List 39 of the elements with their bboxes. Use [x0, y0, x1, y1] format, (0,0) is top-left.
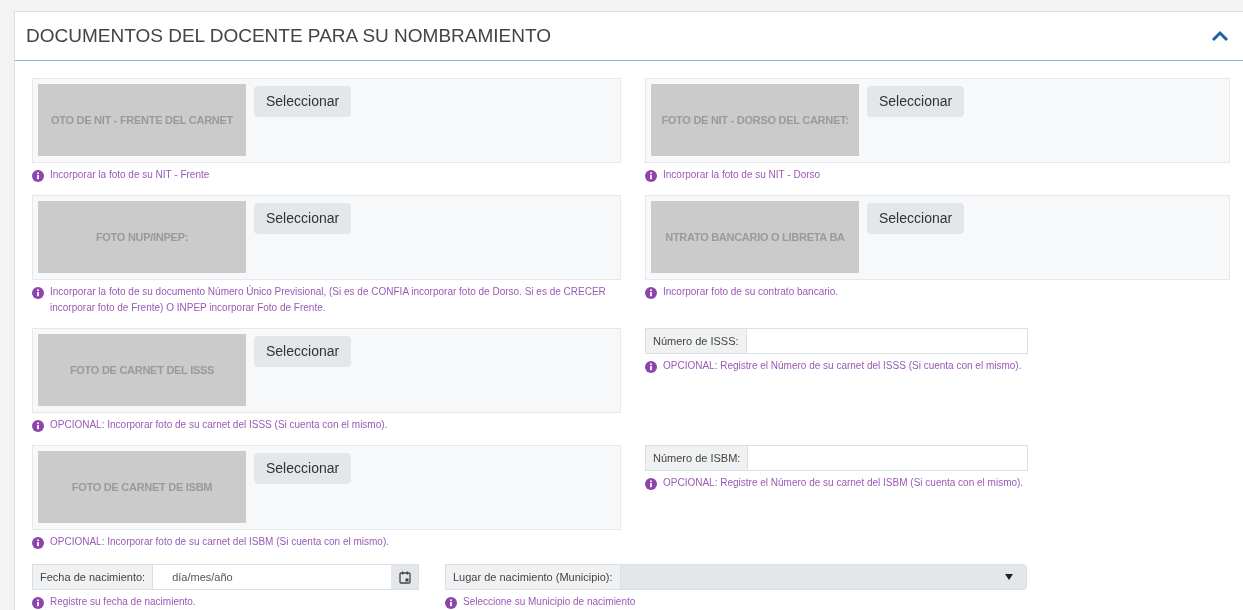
- select-button[interactable]: Seleccionar: [254, 86, 352, 117]
- dropdown-caret-icon: [1005, 574, 1013, 580]
- text-field[interactable]: Número de ISSS:: [645, 328, 1028, 354]
- municipality-select[interactable]: Lugar de nacimiento (Municipio):: [445, 564, 1027, 590]
- info-icon: [645, 478, 657, 490]
- field-label: Número de ISSS:: [646, 329, 747, 353]
- select-button[interactable]: Seleccionar: [254, 336, 352, 367]
- hint-text: Incorporar foto de su contrato bancario.: [663, 285, 839, 299]
- hint-text: OPCIONAL: Registre el Número de su carnet del ISBM (Si cuenta con el mismo).: [663, 476, 1024, 490]
- info-icon: [32, 537, 44, 549]
- info-icon: [32, 287, 44, 299]
- field-label: Número de ISBM:: [646, 446, 749, 470]
- info-icon: [645, 361, 657, 373]
- chevron-up-icon[interactable]: [1211, 30, 1229, 42]
- hint-text: Incorporar la foto de su NIT - Dorso: [663, 168, 821, 182]
- info-icon: [32, 170, 44, 182]
- field-label: Fecha de nacimiento:: [33, 565, 154, 589]
- calendar-button[interactable]: [391, 565, 418, 589]
- hint-text: Incorporar la foto de su NIT - Frente: [50, 168, 210, 182]
- select-button[interactable]: Seleccionar: [254, 203, 352, 234]
- info-icon: [32, 420, 44, 432]
- select-button[interactable]: Seleccionar: [254, 453, 352, 484]
- calendar-icon: [398, 570, 411, 584]
- hint-text: OPCIONAL: Registre el Número de su carnet del ISSS (Si cuenta con el mismo).: [663, 359, 1022, 373]
- select-button[interactable]: Seleccionar: [867, 86, 965, 117]
- text-field[interactable]: Número de ISBM:: [645, 445, 1028, 471]
- hint-text: OPCIONAL: Incorporar foto de su carnet del ISBM (Si cuenta con el mismo).: [50, 535, 390, 549]
- hint-text: Incorporar la foto de su documento Número Único Previsional, (Si es de CONFIA incorporar foto de Dorso. Si es de CRECER incorporar foto de Frente) O INPEP incorporar Foto de Frente.: [50, 284, 607, 315]
- field-label: Lugar de nacimiento (Municipio):: [446, 565, 621, 589]
- select-button[interactable]: Seleccionar: [867, 203, 965, 234]
- hint-text: OPCIONAL: Incorporar foto de su carnet del ISSS (Si cuenta con el mismo).: [50, 418, 388, 432]
- date-field[interactable]: Fecha de nacimiento: día/mes/año: [32, 564, 419, 590]
- section-title: DOCUMENTOS DEL DOCENTE PARA SU NOMBRAMIENTO: [26, 23, 552, 48]
- info-icon: [645, 287, 657, 299]
- hint-text: Seleccione su Municipio de nacimiento: [463, 595, 636, 609]
- hint-text: Registre su fecha de nacimiento.: [50, 595, 196, 609]
- section-header[interactable]: DOCUMENTOS DEL DOCENTE PARA SU NOMBRAMIENTO: [15, 12, 1243, 61]
- info-icon: [645, 170, 657, 182]
- date-input[interactable]: día/mes/año: [153, 565, 391, 589]
